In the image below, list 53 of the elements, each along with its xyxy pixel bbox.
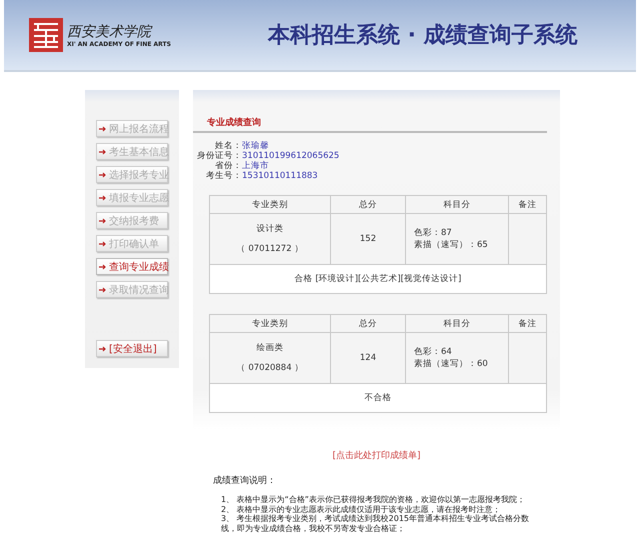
menu-item[interactable]: 填报专业志愿 [96, 189, 168, 206]
arrow-icon [99, 194, 107, 200]
arrow-icon [99, 172, 107, 178]
menu-item[interactable]: 录取情况查询 [96, 281, 168, 298]
column-header: 科目分 [406, 314, 508, 332]
menu-item[interactable]: 考生基本信息 [96, 143, 168, 160]
field-value: 张瑜馨 [242, 141, 270, 151]
field-value: 310110199612065625 [242, 151, 340, 161]
subject-score: 素描（速写）：65 [414, 239, 489, 251]
category-code: （ 07020884 ） [236, 362, 304, 374]
notes-title: 成绩查询说明： [213, 474, 277, 487]
arrow-icon [99, 126, 107, 132]
column-header: 总分 [330, 314, 406, 332]
field-value: 上海市 [242, 161, 270, 171]
field-label: 姓名： [214, 141, 242, 151]
arrow-icon [99, 264, 107, 270]
category-name: 绘画类 [256, 342, 284, 354]
menu-item[interactable]: 网上报名流程 [96, 120, 168, 137]
column-header: 总分 [330, 196, 406, 214]
menu-item[interactable]: 选择报考专业 [96, 166, 168, 183]
subject-score: 色彩：64 [414, 346, 453, 358]
category-name: 设计类 [256, 223, 284, 235]
subject-score: 色彩：87 [414, 227, 453, 239]
logout-button[interactable]: [安全退出] [96, 340, 168, 357]
print-link[interactable]: [点击此处打印成绩单] [332, 451, 421, 461]
menu-item[interactable]: 交纳报考费 [96, 212, 168, 229]
column-header: 备注 [508, 196, 546, 214]
field-label: 身份证号： [197, 151, 242, 161]
category-code: （ 07011272 ） [236, 243, 304, 255]
arrow-icon [99, 148, 107, 154]
column-header: 科目分 [406, 196, 508, 214]
result-cell: 不合格 [210, 384, 546, 412]
menu-item[interactable]: 查询专业成绩 [96, 258, 168, 275]
section-title: 专业成绩查询 [193, 116, 547, 133]
system-title: 本科招生系统 · 成绩查询子系统 [268, 22, 578, 50]
result-cell: 合格 [环境设计][公共艺术][视觉传达设计] [210, 264, 546, 294]
arrow-icon [99, 240, 107, 246]
note-text: 2、 表格中显示的专业志愿表示此成绩仅适用于该专业志愿，请在报考时注意； [220, 504, 502, 514]
menu-item[interactable]: 打印确认单 [96, 235, 168, 252]
column-header: 专业类别 [210, 314, 330, 332]
logo-name: 西安美术学院 [67, 22, 154, 40]
seal-logo-icon [28, 17, 64, 53]
note-text: 3、 考生根据报考专业类别，考试成绩达到我校2015年普通本科招生专业考试合格分数线，即为专业成绩合格，我校不另寄发专业合格证； [220, 514, 530, 533]
note-text: 1、 表格中显示为“合格”表示你已获得报考我院的资格，欢迎你以第一志愿报考我院； [220, 495, 526, 504]
arrow-icon [99, 346, 107, 352]
column-header: 备注 [508, 314, 546, 332]
arrow-icon [99, 286, 107, 292]
subject-score: 素描（速写）：60 [414, 358, 489, 370]
field-label: 省份： [214, 161, 242, 171]
field-label: 考生号： [205, 171, 242, 181]
column-header: 专业类别 [210, 196, 330, 214]
field-value: 15310110111883 [242, 171, 319, 181]
arrow-icon [99, 218, 107, 224]
